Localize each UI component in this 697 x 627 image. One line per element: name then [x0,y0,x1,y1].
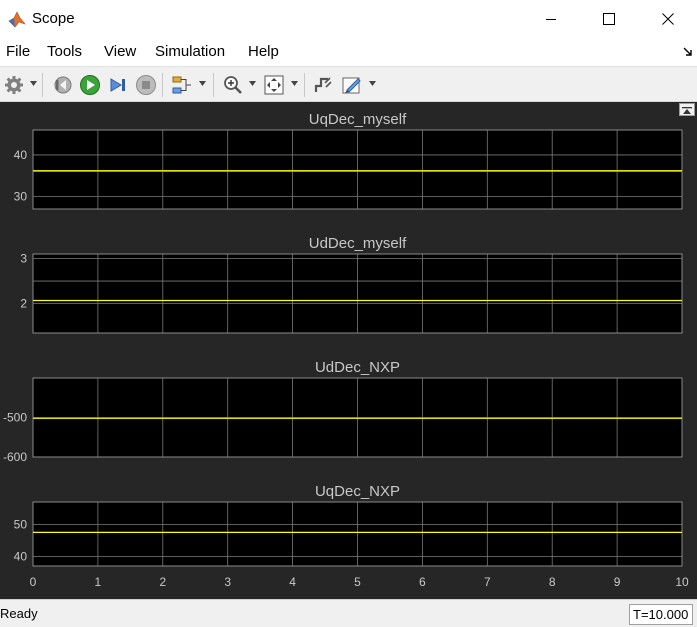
axes-title: UdDec_NXP [315,359,400,376]
y-tick-label: 40 [14,148,28,162]
maximize-icon [603,13,615,25]
chevron-down-icon[interactable] [291,81,298,86]
minimize-icon [546,19,556,20]
style-brush-icon[interactable] [341,74,363,96]
x-tick-label: 9 [614,575,621,589]
stop-icon[interactable] [135,74,157,96]
x-tick-label: 0 [30,575,37,589]
menu-view[interactable]: View [104,43,136,60]
y-tick-label: -600 [3,450,27,464]
expand-toolstrip-button[interactable] [679,103,695,116]
signal-selector-icon[interactable] [171,74,193,96]
settings-gear-icon[interactable] [3,74,25,96]
y-tick-label: 2 [20,297,27,311]
minimize-button[interactable] [528,0,574,38]
axes-title: UqDec_myself [309,111,407,128]
toolbar-separator [213,73,214,97]
window-title: Scope [32,10,75,27]
menu-tools[interactable]: Tools [47,43,82,60]
zoom-in-icon[interactable] [222,74,244,96]
x-tick-label: 10 [675,575,689,589]
y-tick-label: 50 [14,517,28,531]
scope-plot-area[interactable]: 30 40 UqDec_myself 2 3 UdDec_myself -600 -500 Ud… [0,102,697,599]
expand-up-icon [682,107,692,114]
step-back-icon[interactable] [51,74,73,96]
menu-simulation[interactable]: Simulation [155,43,225,60]
y-tick-label: -500 [3,411,27,425]
x-tick-label: 8 [549,575,556,589]
run-play-icon[interactable] [79,74,101,96]
y-tick-label: 40 [14,549,28,563]
status-bar: Ready T=10.000 [0,599,697,627]
title-bar: Scope [0,0,697,38]
y-tick-label: 3 [20,252,27,266]
chevron-down-icon[interactable] [199,81,206,86]
autoscale-fit-icon[interactable] [263,74,285,96]
simulation-time: T=10.000 [629,604,693,625]
chevron-down-icon[interactable] [30,81,37,86]
axes-title: UqDec_NXP [315,483,400,500]
step-forward-icon[interactable] [107,74,129,96]
x-tick-label: 4 [289,575,296,589]
chevron-down-icon[interactable] [369,81,376,86]
triggers-icon[interactable] [312,74,334,96]
close-button[interactable] [645,0,691,38]
menu-help[interactable]: Help [248,43,279,60]
axes-title: UdDec_myself [309,235,407,252]
toolbar-separator [162,73,163,97]
scope-plots: 3040UqDec_myself23UdDec_myself-600-500Ud… [3,111,689,589]
maximize-button[interactable] [586,0,632,38]
x-tick-label: 3 [224,575,231,589]
y-tick-label: 30 [14,190,28,204]
x-tick-label: 7 [484,575,491,589]
chevron-down-icon[interactable] [249,81,256,86]
toolbar-separator [304,73,305,97]
x-tick-label: 5 [354,575,361,589]
undock-arrow-icon[interactable] [683,47,693,57]
x-tick-label: 2 [159,575,166,589]
menu-bar: File Tools View Simulation Help [0,38,697,66]
matlab-logo-icon [8,11,26,28]
close-icon [662,13,674,25]
x-tick-label: 6 [419,575,426,589]
menu-file[interactable]: File [6,43,30,60]
status-text: Ready [0,606,38,621]
toolbar-separator [42,73,43,97]
toolbar [0,66,697,102]
x-tick-label: 1 [95,575,102,589]
